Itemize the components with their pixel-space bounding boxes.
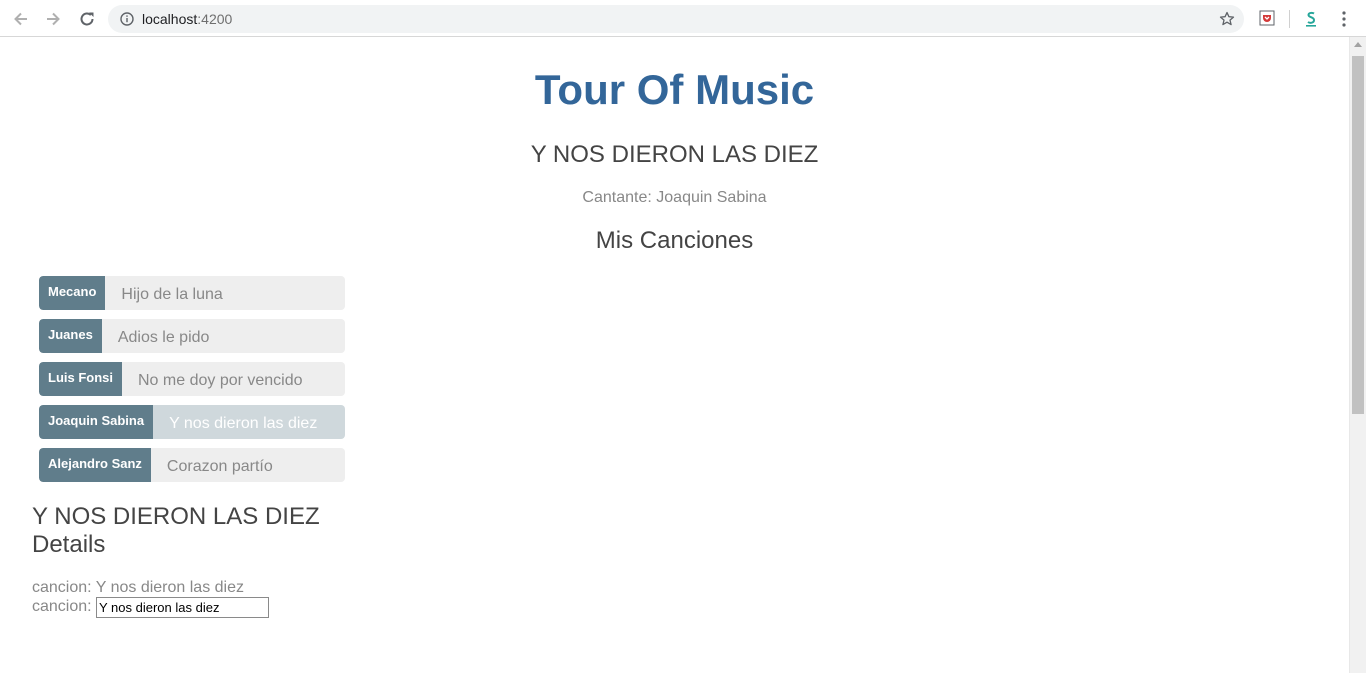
singer-name: Joaquin Sabina — [656, 189, 767, 206]
info-icon[interactable] — [120, 12, 134, 31]
toolbar-divider — [1289, 10, 1290, 28]
song-item-alejandro-sanz[interactable]: Alejandro Sanz Corazon partío — [39, 448, 345, 482]
songs-list: Mecano Hijo de la luna Juanes Adios le p… — [39, 276, 345, 491]
song-item-luis-fonsi[interactable]: Luis Fonsi No me doy por vencido — [39, 362, 345, 396]
back-icon[interactable] — [10, 8, 32, 30]
details-input-row: cancion: — [32, 599, 92, 615]
page-content: Tour Of Music Y NOS DIERON LAS DIEZ Cant… — [0, 37, 1349, 673]
vertical-scrollbar[interactable] — [1349, 37, 1366, 673]
song-item-juanes[interactable]: Juanes Adios le pido — [39, 319, 345, 353]
song-name: Hijo de la luna — [121, 286, 223, 303]
s-extension-icon[interactable] — [1303, 10, 1319, 33]
details-song-title: Y NOS DIERON LAS DIEZ — [32, 503, 320, 530]
song-name: Corazon partío — [166, 458, 273, 475]
song-item-joaquin-sabina[interactable]: Joaquin Sabina Y nos dieron las diez — [39, 405, 345, 439]
artist-badge: Juanes — [39, 319, 102, 353]
artist-badge: Luis Fonsi — [39, 362, 122, 396]
browser-toolbar: localhost:4200 — [0, 0, 1366, 37]
cancion-value: Y nos dieron las diez — [95, 579, 244, 596]
pocket-extension-icon[interactable] — [1259, 10, 1275, 31]
artist-badge: Mecano — [39, 276, 106, 310]
menu-dots-icon[interactable] — [1337, 10, 1351, 33]
forward-icon[interactable] — [42, 8, 64, 30]
url-port: :4200 — [197, 11, 233, 27]
song-name: Y nos dieron las diez — [169, 415, 318, 432]
details-cancion-row: cancion: Y nos dieron las diez — [32, 580, 244, 596]
artist-badge: Joaquin Sabina — [39, 405, 154, 439]
cancion-input-label: cancion: — [32, 598, 92, 615]
songs-list-heading: Mis Canciones — [595, 227, 754, 254]
song-item-mecano[interactable]: Mecano Hijo de la luna — [39, 276, 345, 310]
selected-song-heading: Y NOS DIERON LAS DIEZ — [530, 141, 819, 168]
cancion-label: cancion: — [32, 579, 92, 596]
scroll-up-arrow-icon[interactable] — [1354, 42, 1362, 47]
url-text[interactable]: localhost:4200 — [142, 11, 232, 27]
details-title: Y NOS DIERON LAS DIEZ Details — [32, 503, 320, 559]
singer-label: Cantante: — [582, 189, 652, 206]
song-name: Adios le pido — [117, 329, 210, 346]
singer-line: Cantante: Joaquin Sabina — [0, 190, 1349, 206]
details-label: Details — [32, 531, 106, 558]
reload-icon[interactable] — [76, 8, 98, 30]
artist-badge: Alejandro Sanz — [39, 448, 151, 482]
song-name: No me doy por vencido — [138, 372, 303, 389]
bookmark-star-icon[interactable] — [1219, 11, 1235, 32]
scroll-thumb[interactable] — [1352, 56, 1364, 414]
address-bar[interactable]: localhost:4200 — [108, 5, 1244, 33]
app-title: Tour Of Music — [534, 66, 815, 113]
cancion-input[interactable] — [96, 597, 269, 618]
url-host: localhost — [142, 11, 198, 27]
